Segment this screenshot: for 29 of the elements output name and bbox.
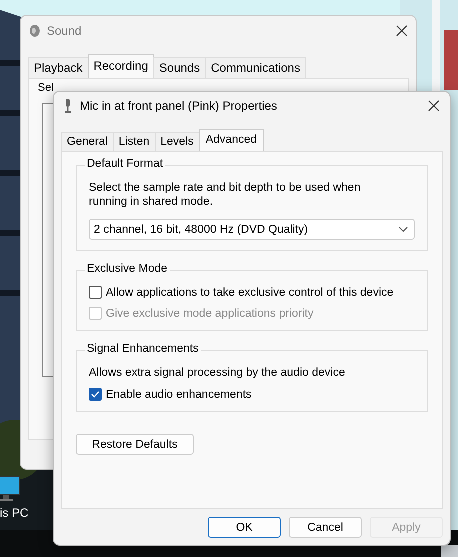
microphone-icon: [64, 99, 72, 113]
checkbox-label[interactable]: Allow applications to take exclusive control of this device: [106, 286, 394, 298]
tab[interactable]: Communications: [205, 57, 306, 78]
tab[interactable]: Playback: [28, 57, 89, 78]
dialog-title: Mic in at front panel (Pink) Properties: [80, 99, 278, 113]
description-text: Select the sample rate and bit depth to be used when running in shared mode.: [89, 181, 362, 209]
dialog-button[interactable]: OK: [208, 517, 281, 538]
checkbox[interactable]: [89, 286, 102, 299]
monitor-icon[interactable]: [0, 476, 21, 502]
group-title: Exclusive Mode: [85, 263, 170, 275]
window-title: Sound: [47, 24, 83, 38]
format-dropdown[interactable]: 2 channel, 16 bit, 48000 Hz (DVD Quality): [89, 219, 415, 240]
group-title: Signal Enhancements: [85, 343, 201, 355]
speaker-icon: [29, 24, 41, 38]
close-icon[interactable]: [428, 100, 440, 112]
close-icon[interactable]: [396, 25, 408, 37]
description-text: Allows extra signal processing by the audio device: [89, 366, 346, 380]
tab[interactable]: Sounds: [153, 57, 206, 78]
chevron-down-icon: [399, 226, 408, 232]
tab[interactable]: Advanced: [198, 129, 264, 151]
restore-defaults-button[interactable]: Restore Defaults: [76, 434, 194, 455]
dialog-button[interactable]: Cancel: [289, 517, 362, 538]
checkbox[interactable]: [89, 388, 102, 401]
group-title: Default Format: [85, 158, 166, 170]
tab[interactable]: Recording: [88, 54, 154, 78]
instruction-text: Sel: [38, 82, 54, 94]
tab[interactable]: General: [61, 132, 114, 151]
desktop-icon-label[interactable]: is PC: [0, 506, 29, 520]
checkbox-label[interactable]: Enable audio enhancements: [106, 388, 252, 400]
